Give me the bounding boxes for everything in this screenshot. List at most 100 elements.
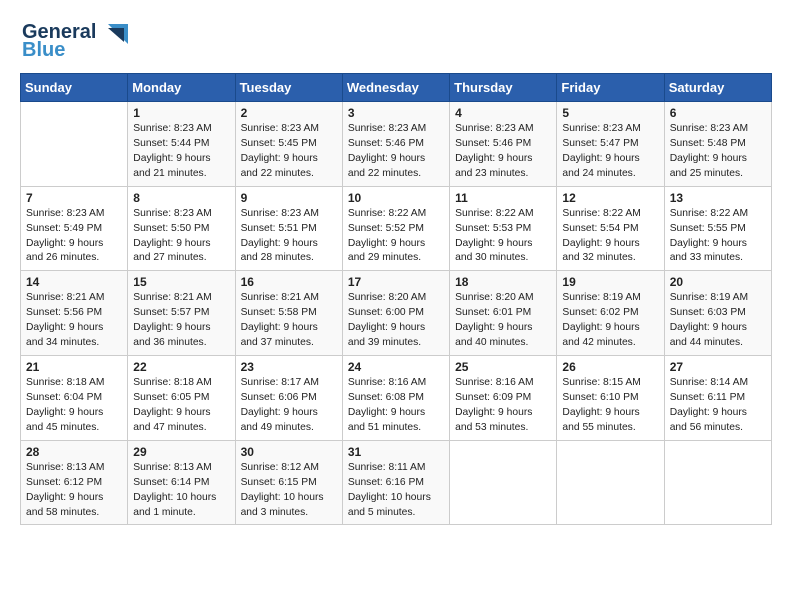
day-info: Sunrise: 8:23 AMSunset: 5:45 PMDaylight:… (241, 122, 337, 182)
day-number: 25 (455, 360, 551, 374)
calendar-cell: 31 Sunrise: 8:11 AMSunset: 6:16 PMDayligh… (342, 440, 449, 525)
calendar-cell (21, 102, 128, 187)
day-number: 5 (562, 106, 658, 120)
calendar-cell: 23 Sunrise: 8:17 AMSunset: 6:06 PMDayligh… (235, 356, 342, 441)
day-info: Sunrise: 8:19 AMSunset: 6:02 PMDaylight:… (562, 291, 658, 351)
day-info: Sunrise: 8:21 AMSunset: 5:57 PMDaylight:… (133, 291, 229, 351)
day-number: 31 (348, 445, 444, 459)
calendar-cell: 20 Sunrise: 8:19 AMSunset: 6:03 PMDayligh… (664, 271, 771, 356)
calendar-cell: 8 Sunrise: 8:23 AMSunset: 5:50 PMDaylight… (128, 186, 235, 271)
day-info: Sunrise: 8:22 AMSunset: 5:54 PMDaylight:… (562, 207, 658, 267)
calendar-cell: 14Sunrise: 8:21 AMSunset: 5:56 PMDayligh… (21, 271, 128, 356)
week-row-3: 21 Sunrise: 8:18 AMSunset: 6:04 PMDayligh… (21, 356, 772, 441)
calendar-cell: 1 Sunrise: 8:23 AMSunset: 5:44 PMDaylight… (128, 102, 235, 187)
logo-text: General Blue (20, 16, 130, 65)
calendar-cell: 27 Sunrise: 8:14 AMSunset: 6:11 PMDayligh… (664, 356, 771, 441)
calendar-cell: 30 Sunrise: 8:12 AMSunset: 6:15 PMDayligh… (235, 440, 342, 525)
calendar-cell: 16 Sunrise: 8:21 AMSunset: 5:58 PMDayligh… (235, 271, 342, 356)
day-number: 29 (133, 445, 229, 459)
day-info: Sunrise: 8:23 AMSunset: 5:49 PMDaylight:… (26, 207, 122, 267)
header-row: General Blue (20, 16, 772, 65)
calendar-cell: 10 Sunrise: 8:22 AMSunset: 5:52 PMDayligh… (342, 186, 449, 271)
logo: General Blue (20, 16, 130, 65)
calendar-cell: 17Sunrise: 8:20 AMSunset: 6:00 PMDayligh… (342, 271, 449, 356)
day-info: Sunrise: 8:23 AMSunset: 5:46 PMDaylight:… (455, 122, 551, 182)
day-number: 7 (26, 191, 122, 205)
day-number: 17 (348, 275, 444, 289)
day-info: Sunrise: 8:13 AMSunset: 6:12 PMDaylight:… (26, 461, 122, 521)
weekday-header-saturday: Saturday (664, 74, 771, 102)
weekday-header-tuesday: Tuesday (235, 74, 342, 102)
calendar-cell: 18 Sunrise: 8:20 AMSunset: 6:01 PMDayligh… (450, 271, 557, 356)
day-info: Sunrise: 8:17 AMSunset: 6:06 PMDaylight:… (241, 376, 337, 436)
day-number: 13 (670, 191, 766, 205)
calendar-cell: 15Sunrise: 8:21 AMSunset: 5:57 PMDayligh… (128, 271, 235, 356)
calendar-cell: 9Sunrise: 8:23 AMSunset: 5:51 PMDaylight… (235, 186, 342, 271)
day-info: Sunrise: 8:18 AMSunset: 6:04 PMDaylight:… (26, 376, 122, 436)
day-number: 23 (241, 360, 337, 374)
calendar-container: General Blue SundayMondayTuesdayWednesda… (0, 0, 792, 535)
day-number: 26 (562, 360, 658, 374)
calendar-cell: 22Sunrise: 8:18 AMSunset: 6:05 PMDayligh… (128, 356, 235, 441)
day-number: 16 (241, 275, 337, 289)
day-number: 19 (562, 275, 658, 289)
day-info: Sunrise: 8:21 AMSunset: 5:58 PMDaylight:… (241, 291, 337, 351)
weekday-header-row: SundayMondayTuesdayWednesdayThursdayFrid… (21, 74, 772, 102)
calendar-cell: 25 Sunrise: 8:16 AMSunset: 6:09 PMDayligh… (450, 356, 557, 441)
day-number: 4 (455, 106, 551, 120)
week-row-1: 7 Sunrise: 8:23 AMSunset: 5:49 PMDaylight… (21, 186, 772, 271)
calendar-cell: 7 Sunrise: 8:23 AMSunset: 5:49 PMDaylight… (21, 186, 128, 271)
day-info: Sunrise: 8:12 AMSunset: 6:15 PMDaylight:… (241, 461, 337, 521)
day-number: 30 (241, 445, 337, 459)
day-info: Sunrise: 8:21 AMSunset: 5:56 PMDaylight:… (26, 291, 122, 351)
day-number: 6 (670, 106, 766, 120)
day-number: 2 (241, 106, 337, 120)
calendar-cell: 19 Sunrise: 8:19 AMSunset: 6:02 PMDayligh… (557, 271, 664, 356)
weekday-header-wednesday: Wednesday (342, 74, 449, 102)
day-info: Sunrise: 8:15 AMSunset: 6:10 PMDaylight:… (562, 376, 658, 436)
day-number: 20 (670, 275, 766, 289)
calendar-cell (450, 440, 557, 525)
day-number: 11 (455, 191, 551, 205)
day-info: Sunrise: 8:19 AMSunset: 6:03 PMDaylight:… (670, 291, 766, 351)
day-number: 9 (241, 191, 337, 205)
calendar-cell: 11 Sunrise: 8:22 AMSunset: 5:53 PMDayligh… (450, 186, 557, 271)
day-info: Sunrise: 8:20 AMSunset: 6:01 PMDaylight:… (455, 291, 551, 351)
day-info: Sunrise: 8:23 AMSunset: 5:50 PMDaylight:… (133, 207, 229, 267)
calendar-cell: 4 Sunrise: 8:23 AMSunset: 5:46 PMDaylight… (450, 102, 557, 187)
day-info: Sunrise: 8:22 AMSunset: 5:55 PMDaylight:… (670, 207, 766, 267)
day-number: 8 (133, 191, 229, 205)
calendar-cell: 3 Sunrise: 8:23 AMSunset: 5:46 PMDaylight… (342, 102, 449, 187)
week-row-4: 28Sunrise: 8:13 AMSunset: 6:12 PMDayligh… (21, 440, 772, 525)
day-info: Sunrise: 8:13 AMSunset: 6:14 PMDaylight:… (133, 461, 229, 521)
day-number: 10 (348, 191, 444, 205)
day-info: Sunrise: 8:22 AMSunset: 5:53 PMDaylight:… (455, 207, 551, 267)
calendar-cell: 28Sunrise: 8:13 AMSunset: 6:12 PMDayligh… (21, 440, 128, 525)
day-number: 24 (348, 360, 444, 374)
day-info: Sunrise: 8:22 AMSunset: 5:52 PMDaylight:… (348, 207, 444, 267)
calendar-cell: 24 Sunrise: 8:16 AMSunset: 6:08 PMDayligh… (342, 356, 449, 441)
day-number: 21 (26, 360, 122, 374)
week-row-0: 1 Sunrise: 8:23 AMSunset: 5:44 PMDaylight… (21, 102, 772, 187)
day-info: Sunrise: 8:23 AMSunset: 5:48 PMDaylight:… (670, 122, 766, 182)
day-number: 27 (670, 360, 766, 374)
calendar-cell: 21 Sunrise: 8:18 AMSunset: 6:04 PMDayligh… (21, 356, 128, 441)
day-number: 12 (562, 191, 658, 205)
day-info: Sunrise: 8:16 AMSunset: 6:09 PMDaylight:… (455, 376, 551, 436)
day-info: Sunrise: 8:23 AMSunset: 5:44 PMDaylight:… (133, 122, 229, 182)
calendar-table: SundayMondayTuesdayWednesdayThursdayFrid… (20, 73, 772, 525)
day-info: Sunrise: 8:11 AMSunset: 6:16 PMDaylight:… (348, 461, 444, 521)
day-info: Sunrise: 8:14 AMSunset: 6:11 PMDaylight:… (670, 376, 766, 436)
calendar-cell: 2 Sunrise: 8:23 AMSunset: 5:45 PMDaylight… (235, 102, 342, 187)
day-info: Sunrise: 8:18 AMSunset: 6:05 PMDaylight:… (133, 376, 229, 436)
svg-text:Blue: Blue (22, 39, 65, 60)
day-number: 18 (455, 275, 551, 289)
day-info: Sunrise: 8:16 AMSunset: 6:08 PMDaylight:… (348, 376, 444, 436)
day-info: Sunrise: 8:23 AMSunset: 5:46 PMDaylight:… (348, 122, 444, 182)
calendar-cell: 29 Sunrise: 8:13 AMSunset: 6:14 PMDayligh… (128, 440, 235, 525)
day-number: 1 (133, 106, 229, 120)
week-row-2: 14Sunrise: 8:21 AMSunset: 5:56 PMDayligh… (21, 271, 772, 356)
calendar-cell: 12 Sunrise: 8:22 AMSunset: 5:54 PMDayligh… (557, 186, 664, 271)
calendar-cell: 26 Sunrise: 8:15 AMSunset: 6:10 PMDayligh… (557, 356, 664, 441)
day-number: 3 (348, 106, 444, 120)
